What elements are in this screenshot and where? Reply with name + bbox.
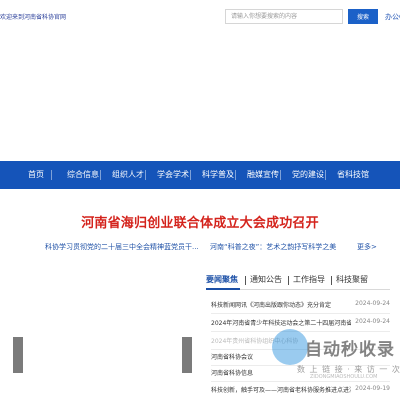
welcome-text: 欢迎来到河南省科协官网 (0, 14, 67, 21)
news-list-item[interactable]: 科技新闻网讯《河南出版跟你动态》充分肯定 2024-09-24 (211, 300, 390, 312)
news-date: 2024-09-24 (355, 318, 390, 325)
news-divider (211, 381, 390, 382)
tab-notices[interactable]: 通知公告 (250, 274, 282, 285)
office-link[interactable]: 办公O (385, 12, 400, 22)
news-image-area (10, 274, 196, 400)
nav-divider (100, 170, 101, 180)
tab-divider (288, 276, 289, 285)
nav-general-info[interactable]: 综合信息 (67, 161, 99, 189)
news-list-item[interactable]: 2024年河南省青少年科技运动会之第二十四届河南省青少年 2024-09-24 (211, 318, 390, 330)
nav-divider (280, 170, 281, 180)
nav-divider (190, 170, 191, 180)
page: 欢迎来到河南省科协官网 搜索 办公O 首页 综合信息 组织人才 学会学术 科学普… (0, 0, 400, 400)
nav-party[interactable]: 党的建设 (292, 161, 324, 189)
news-title[interactable]: 2024年河南省青少年科技运动会之第二十四届河南省青少年 (211, 318, 351, 327)
tab-divider (245, 276, 246, 285)
headline[interactable]: 河南省海归创业联合体成立大会成功召开 (0, 212, 400, 231)
news-title[interactable]: 科技新闻网讯《河南出版跟你动态》充分肯定 (211, 300, 351, 309)
nav-popular-science[interactable]: 科学普及 (202, 161, 234, 189)
nav-organization[interactable]: 组织人才 (112, 161, 144, 189)
tab-tech[interactable]: 科技聚留 (336, 274, 368, 285)
watermark-logo-icon (272, 329, 308, 365)
nav-home[interactable]: 首页 (28, 161, 44, 189)
tab-divider (331, 276, 332, 285)
more-link[interactable]: 更多> (357, 242, 377, 252)
tab-work-guidance[interactable]: 工作指导 (293, 274, 325, 285)
nav-academic[interactable]: 学会学术 (157, 161, 189, 189)
sub-news-right[interactable]: 河南“科普之夜”：艺术之韵抒写科学之美 (210, 242, 336, 252)
watermark-url: ZIDONGMIAOSHOULU.COM (310, 374, 378, 380)
tab-news-focus[interactable]: 要闻聚焦 (206, 274, 238, 285)
watermark-text: 自动秒收录 (305, 340, 395, 360)
nav-divider (51, 170, 52, 180)
news-divider (211, 313, 390, 314)
news-date: 2024-09-24 (355, 300, 390, 307)
carousel-next-arrow[interactable] (182, 337, 192, 373)
news-title[interactable]: 科技创新，触手可及——河南省老科协服务推进点进漯河 (211, 385, 351, 394)
top-bar: 欢迎来到河南省科协官网 搜索 办公O (0, 0, 400, 34)
search-button[interactable]: 搜索 (348, 9, 378, 24)
news-date: 2024-09-19 (355, 385, 390, 392)
tab-active-indicator (206, 288, 240, 290)
nav-media[interactable]: 融媒宣传 (247, 161, 279, 189)
sub-news-left[interactable]: 科协学习贯彻党的二十届三中全会精神蓝党员干... (45, 242, 199, 252)
nav-divider (145, 170, 146, 180)
carousel-prev-arrow[interactable] (13, 337, 23, 373)
search-input[interactable] (225, 9, 343, 24)
nav-science-museum[interactable]: 省科技馆 (337, 161, 369, 189)
main-nav: 首页 综合信息 组织人才 学会学术 科学普及 融媒宣传 党的建设 省科技馆 (0, 161, 400, 189)
news-list-item[interactable]: 科技创新，触手可及——河南省老科协服务推进点进漯河 2024-09-19 (211, 385, 390, 397)
nav-divider (325, 170, 326, 180)
nav-divider (235, 170, 236, 180)
